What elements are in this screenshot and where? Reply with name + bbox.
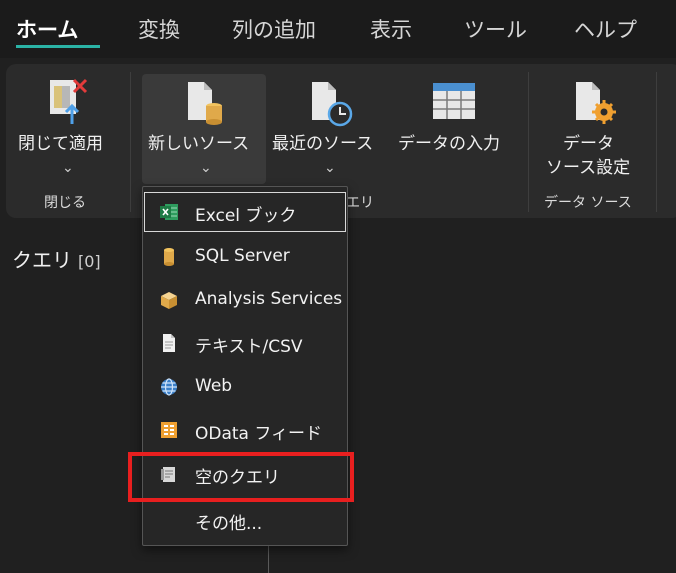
tab-help[interactable]: ヘルプ (574, 14, 637, 44)
group-label-query: エリ (346, 195, 374, 211)
enter-data-label: データの入力 (398, 134, 500, 154)
ribbon-tab-bar: ホーム 変換 列の追加 表示 ツール ヘルプ (0, 0, 676, 58)
tab-add-column[interactable]: 列の追加 (232, 14, 316, 44)
queries-label: クエリ (12, 248, 72, 272)
menu-item-more[interactable]: その他... (143, 499, 347, 541)
queries-pane-title: クエリ [0] (12, 244, 101, 273)
menu-item-label: Analysis Services (195, 289, 343, 309)
group-label-close: 閉じる (44, 195, 86, 211)
data-source-settings-line1: データ (563, 134, 614, 154)
ribbon-group-separator (528, 72, 529, 212)
active-tab-indicator (16, 45, 100, 48)
recent-sources-label: 最近のソース (272, 134, 374, 154)
highlight-annotation (128, 452, 354, 502)
menu-item-label: テキスト/CSV (195, 337, 303, 357)
cube-icon (161, 292, 177, 309)
menu-item-label: その他... (195, 514, 263, 534)
menu-item-sql-server[interactable]: SQL Server (143, 236, 347, 278)
new-source-icon (188, 82, 222, 125)
menu-item-excel[interactable]: Excel ブック (143, 191, 347, 233)
chevron-down-icon: ⌄ (200, 160, 212, 176)
globe-icon (161, 378, 177, 396)
menu-item-label: OData フィード (195, 424, 323, 444)
pane-divider (268, 545, 269, 573)
table-icon (433, 83, 475, 119)
close-apply-label: 閉じて適用 (18, 134, 103, 154)
menu-item-web[interactable]: Web (143, 366, 347, 408)
menu-item-label: Excel ブック (195, 206, 297, 226)
data-source-settings-line2: ソース設定 (546, 158, 631, 178)
new-source-label: 新しいソース (148, 134, 250, 154)
menu-item-label: Web (195, 376, 233, 396)
data-source-settings-icon (576, 82, 616, 124)
odata-icon (161, 422, 177, 438)
document-icon (163, 334, 175, 352)
close-apply-icon (50, 78, 88, 124)
ribbon-group-separator (130, 72, 131, 212)
menu-item-label: SQL Server (195, 246, 290, 266)
tab-home[interactable]: ホーム (16, 14, 78, 44)
menu-item-text-csv[interactable]: テキスト/CSV (143, 322, 347, 364)
chevron-down-icon: ⌄ (62, 160, 74, 176)
recent-sources-icon (312, 82, 353, 127)
tab-tools[interactable]: ツール (464, 14, 527, 44)
tab-view[interactable]: 表示 (370, 14, 412, 44)
menu-item-analysis-services[interactable]: Analysis Services (143, 279, 347, 321)
ribbon-group-separator (656, 72, 657, 212)
menu-item-odata[interactable]: OData フィード (143, 409, 347, 451)
tab-transform[interactable]: 変換 (138, 14, 180, 44)
group-label-data-source: データ ソース (544, 195, 632, 211)
database-icon (164, 248, 174, 266)
queries-count: [0] (78, 252, 101, 271)
excel-icon (160, 204, 178, 220)
chevron-down-icon: ⌄ (324, 160, 336, 176)
